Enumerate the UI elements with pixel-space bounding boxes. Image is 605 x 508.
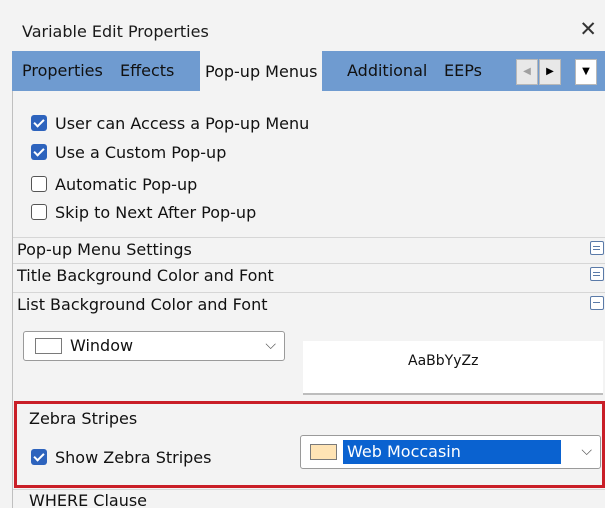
section-popup-menu-settings[interactable]: Pop-up Menu Settings	[13, 237, 605, 262]
expand-icon[interactable]	[590, 241, 604, 255]
show-zebra-stripes-option[interactable]: Show Zebra Stripes	[31, 445, 211, 469]
font-preview-text: AaBbYyZz	[408, 353, 479, 369]
tab-effects[interactable]: Effects	[120, 61, 174, 80]
option-label: Automatic Pop-up	[55, 174, 198, 194]
option-label: Show Zebra Stripes	[55, 447, 212, 467]
title-bar: Variable Edit Properties ✕	[12, 12, 605, 50]
tab-bar: Properties Effects Pop-up Menus Addition…	[12, 51, 605, 91]
option-label: Use a Custom Pop-up	[55, 142, 227, 162]
option-label: Skip to Next After Pop-up	[55, 202, 257, 222]
option-automatic-popup[interactable]: Automatic Pop-up	[31, 172, 197, 196]
option-skip-to-next[interactable]: Skip to Next After Pop-up	[31, 200, 256, 224]
tab-menu-dropdown-icon[interactable]: ▼	[575, 59, 597, 85]
chevron-down-icon[interactable]: ⌵	[265, 337, 276, 353]
section-label: WHERE Clause	[29, 491, 148, 508]
section-title-background[interactable]: Title Background Color and Font	[13, 263, 605, 288]
list-color-select[interactable]: Window ⌵	[23, 331, 285, 361]
tab-eeps[interactable]: EEPs	[444, 61, 482, 80]
checkbox-checked-icon[interactable]	[31, 449, 47, 465]
color-swatch	[310, 444, 337, 460]
list-color-value: Window	[70, 336, 134, 355]
zebra-section-label: Zebra Stripes	[29, 409, 138, 428]
tab-scroll-right-icon[interactable]: ▶	[539, 59, 561, 85]
tab-scroll-left-icon[interactable]: ◀	[516, 59, 538, 85]
close-icon[interactable]: ✕	[579, 17, 597, 41]
popup-menus-panel: User can Access a Pop-up Menu Use a Cust…	[12, 91, 605, 508]
tab-additional[interactable]: Additional	[347, 61, 427, 80]
properties-dialog: Variable Edit Properties ✕ Properties Ef…	[0, 0, 605, 508]
collapse-icon[interactable]	[590, 296, 604, 310]
tab-properties[interactable]: Properties	[22, 61, 103, 80]
chevron-down-icon[interactable]: ⌵	[581, 443, 592, 459]
section-label: Title Background Color and Font	[17, 266, 274, 285]
expand-icon[interactable]	[590, 267, 604, 281]
section-label: Pop-up Menu Settings	[17, 240, 192, 259]
zebra-stripes-highlight: Zebra Stripes Show Zebra Stripes Web Moc…	[14, 401, 605, 488]
option-label: User can Access a Pop-up Menu	[55, 113, 310, 133]
section-list-background[interactable]: List Background Color and Font	[13, 292, 605, 317]
zebra-color-value: Web Moccasin	[343, 440, 561, 464]
checkbox-unchecked-icon[interactable]	[31, 204, 47, 220]
checkbox-unchecked-icon[interactable]	[31, 176, 47, 192]
zebra-color-select[interactable]: Web Moccasin ⌵	[300, 435, 601, 469]
section-where-clause[interactable]: WHERE Clause	[13, 489, 605, 508]
option-user-can-access-popup[interactable]: User can Access a Pop-up Menu	[31, 111, 309, 135]
checkbox-checked-icon[interactable]	[31, 144, 47, 160]
font-preview: AaBbYyZz	[303, 341, 603, 395]
option-use-custom-popup[interactable]: Use a Custom Pop-up	[31, 140, 226, 164]
tab-popup-menus[interactable]: Pop-up Menus	[200, 51, 323, 91]
color-swatch	[35, 338, 62, 354]
window-title: Variable Edit Properties	[22, 22, 209, 41]
checkbox-checked-icon[interactable]	[31, 115, 47, 131]
section-label: List Background Color and Font	[17, 295, 268, 314]
